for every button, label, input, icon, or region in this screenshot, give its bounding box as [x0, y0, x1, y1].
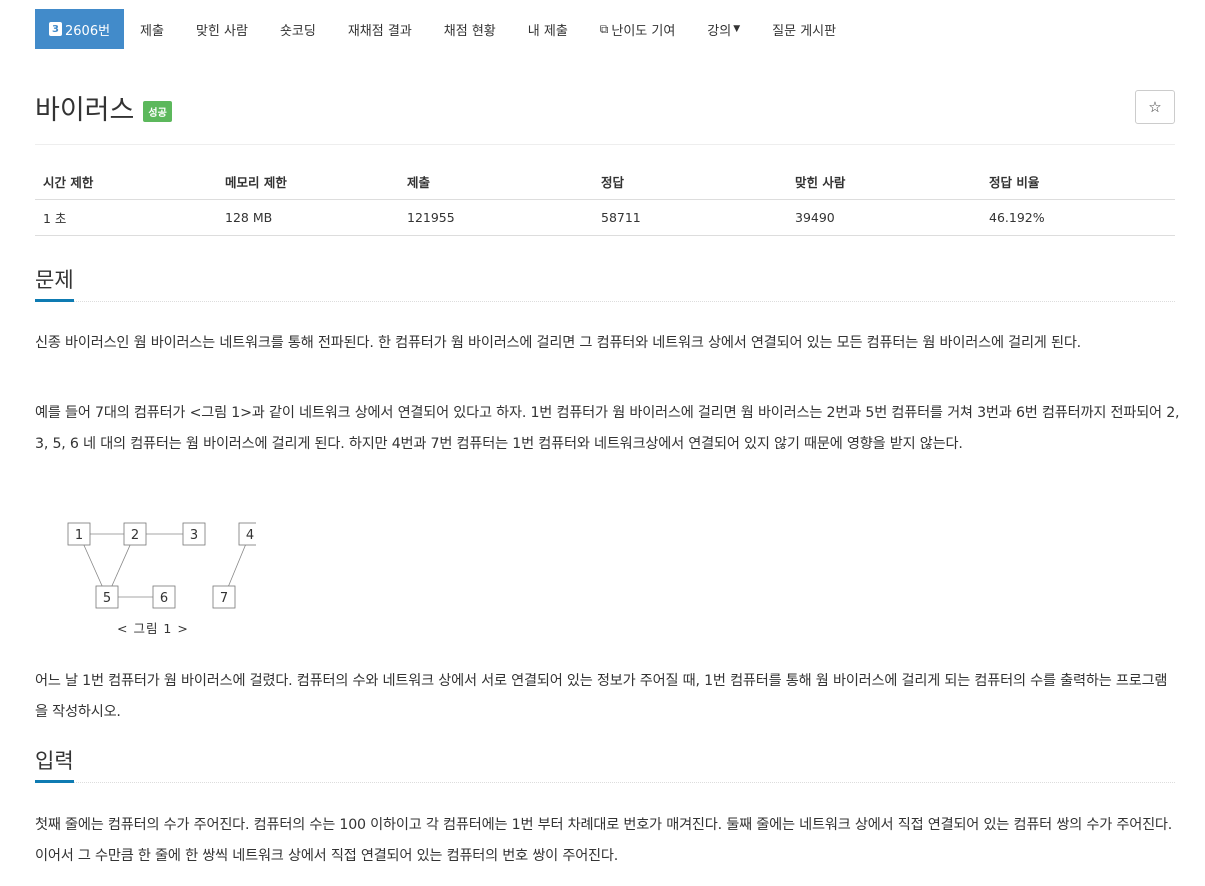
problem-info-table: 시간 제한 메모리 제한 제출 정답 맞힌 사람 정답 비율 1 초 128 M…	[35, 165, 1175, 236]
value-submissions: 121955	[399, 199, 593, 236]
nav-submit[interactable]: 제출	[124, 9, 180, 49]
header-accept-ratio: 정답 비율	[981, 165, 1175, 200]
nav-qna[interactable]: 질문 게시판	[756, 9, 852, 49]
value-memory-limit: 128 MB	[217, 199, 399, 236]
problem-nav: 3 2606번 제출 맞힌 사람 숏코딩 재채점 결과 채점 현황 내 제출 ⧉…	[35, 9, 852, 49]
star-icon: ☆	[1148, 98, 1162, 116]
node-label-3: 3	[190, 528, 198, 543]
page-title: 바이러스 성공	[35, 86, 172, 128]
tier-badge-icon: 3	[49, 22, 62, 36]
status-badge: 성공	[143, 101, 172, 122]
nav-problem-number-label: 2606번	[65, 23, 111, 39]
node-label-7: 7	[220, 591, 228, 606]
value-accepted: 58711	[593, 199, 787, 236]
description-paragraph-3: 어느 날 1번 컴퓨터가 웜 바이러스에 걸렸다. 컴퓨터의 수와 네트워크 상…	[35, 673, 1168, 720]
info-value-row: 1 초 128 MB 121955 58711 39490 46.192%	[35, 199, 1175, 236]
node-label-4: 4	[246, 528, 254, 543]
node-6: 6	[152, 585, 176, 609]
header-accepted: 정답	[593, 165, 787, 200]
node-label-2: 2	[131, 528, 139, 543]
input-paragraph: 첫째 줄에는 컴퓨터의 수가 주어진다. 컴퓨터의 수는 100 이하이고 각 …	[35, 817, 1173, 864]
title-divider	[35, 144, 1175, 145]
input-title: 입력	[35, 747, 74, 783]
nav-my-submissions[interactable]: 내 제출	[512, 9, 584, 49]
nav-lecture-label: 강의	[707, 23, 732, 39]
description-section-header: 문제	[35, 266, 1175, 302]
external-link-icon: ⧉	[599, 21, 609, 36]
node-1: 1	[67, 522, 91, 546]
node-label-1: 1	[75, 528, 83, 543]
nav-solved-users[interactable]: 맞힌 사람	[180, 9, 264, 49]
favorite-button[interactable]: ☆	[1135, 90, 1175, 124]
nav-shortest-code[interactable]: 숏코딩	[264, 9, 332, 49]
description-paragraph-2: 예를 들어 7대의 컴퓨터가 <그림 1>과 같이 네트워크 상에서 연결되어 …	[35, 405, 1180, 452]
nav-difficulty-label: 난이도 기여	[611, 23, 676, 39]
node-3: 3	[182, 522, 206, 546]
value-accept-ratio: 46.192%	[981, 199, 1175, 236]
value-solved-users: 39490	[787, 199, 981, 236]
header-time-limit: 시간 제한	[35, 165, 217, 200]
info-header-row: 시간 제한 메모리 제한 제출 정답 맞힌 사람 정답 비율	[35, 165, 1175, 200]
header-submissions: 제출	[399, 165, 593, 200]
description-title: 문제	[35, 266, 74, 302]
caret-down-icon: ▼	[733, 24, 741, 34]
nav-rejudge-result[interactable]: 재채점 결과	[332, 9, 428, 49]
problem-title: 바이러스	[35, 94, 135, 126]
value-time-limit: 1 초	[35, 199, 217, 236]
input-section-header: 입력	[35, 747, 1175, 783]
node-4: 4	[238, 522, 256, 546]
header-solved-users: 맞힌 사람	[787, 165, 981, 200]
node-label-5: 5	[103, 591, 111, 606]
node-label-6: 6	[160, 591, 168, 606]
nav-lecture-dropdown[interactable]: 강의 ▼	[691, 9, 756, 49]
node-7: 7	[212, 585, 236, 609]
nav-difficulty[interactable]: ⧉ 난이도 기여	[584, 9, 692, 49]
nav-problem-number[interactable]: 3 2606번	[35, 9, 125, 49]
description-paragraph-1: 신종 바이러스인 웜 바이러스는 네트워크를 통해 전파된다. 한 컴퓨터가 웜…	[35, 335, 1081, 351]
node-2: 2	[123, 522, 147, 546]
figure-caption: < 그림 1 >	[117, 621, 189, 636]
nav-judge-status[interactable]: 채점 현황	[428, 9, 512, 49]
header-memory-limit: 메모리 제한	[217, 165, 399, 200]
node-5: 5	[95, 585, 119, 609]
